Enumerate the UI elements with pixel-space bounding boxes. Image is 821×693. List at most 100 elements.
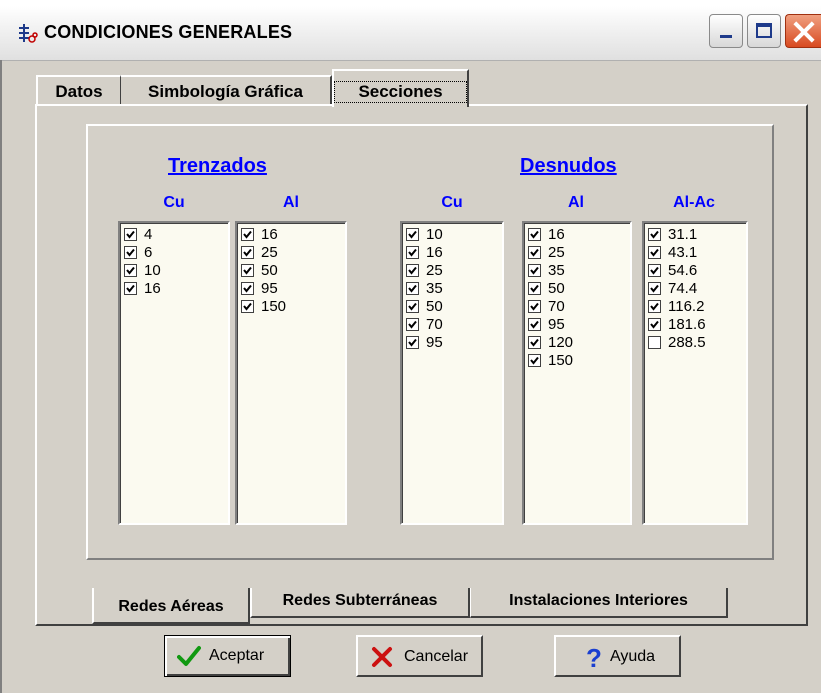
desnudos-alac-list[interactable]: 31.1 43.1 54.6 74.4 116.2 181.6 288.5 [642, 221, 748, 525]
checkbox-checked[interactable] [648, 282, 661, 295]
section-option-label: 54.6 [668, 262, 698, 279]
app-symbol-icon [19, 24, 38, 43]
section-option-label: 16 [426, 244, 443, 261]
checkmark-icon [243, 266, 252, 275]
section-option-label: 6 [144, 244, 153, 261]
title-bar[interactable]: CONDICIONES GENERALES [0, 0, 821, 61]
desnudos-cu-heading: Cu [441, 194, 463, 211]
checkmark-icon [126, 230, 135, 239]
checkmark-icon [243, 302, 252, 311]
window-title: CONDICIONES GENERALES [44, 22, 293, 42]
checkbox-checked[interactable] [124, 264, 137, 277]
subtab-redes-aereas[interactable]: Redes Aéreas [92, 588, 250, 624]
checkbox-checked[interactable] [406, 264, 419, 277]
checkbox-checked[interactable] [124, 228, 137, 241]
trenzados-al-list[interactable]: 16 25 50 95 150 [235, 221, 347, 525]
checkbox-checked[interactable] [648, 318, 661, 331]
cancel-button[interactable]: Cancelar [356, 635, 483, 677]
section-option-label: 35 [548, 262, 565, 279]
subtab-redes-subterraneas[interactable]: Redes Subterráneas [250, 588, 470, 618]
tab-simbologia-grafica[interactable]: Simbología Gráfica [121, 75, 332, 105]
section-option-label: 25 [261, 244, 278, 261]
section-option-label: 50 [548, 280, 565, 297]
subtab-redes-subterraneas-label: Redes Subterráneas [282, 592, 438, 609]
checkbox-checked[interactable] [648, 300, 661, 313]
checkmark-icon [408, 320, 417, 329]
checkmark-icon [408, 302, 417, 311]
dialog-window: CONDICIONES GENERALES Datos Simbología G… [0, 0, 821, 693]
tab-datos-label: Datos [55, 82, 103, 101]
checkbox-checked[interactable] [648, 246, 661, 259]
minimize-button[interactable] [709, 14, 743, 48]
section-option-label: 25 [426, 262, 443, 279]
tab-simbologia-label: Simbología Gráfica [148, 82, 303, 101]
checkbox-checked[interactable] [528, 336, 541, 349]
checkmark-icon [530, 284, 539, 293]
checkbox-checked[interactable] [406, 318, 419, 331]
section-option-label: 116.2 [668, 298, 705, 315]
desnudos-heading: Desnudos [520, 155, 617, 177]
checkbox-checked[interactable] [241, 282, 254, 295]
checkmark-icon [408, 338, 417, 347]
checkbox-checked[interactable] [406, 246, 419, 259]
checkmark-icon [408, 284, 417, 293]
checkmark-icon [530, 302, 539, 311]
trenzados-heading: Trenzados [168, 155, 267, 177]
checkmark-icon [243, 230, 252, 239]
checkbox-checked[interactable] [648, 264, 661, 277]
checkbox-checked[interactable] [528, 354, 541, 367]
desnudos-al-list[interactable]: 16 25 35 50 70 95 120 150 [522, 221, 632, 525]
checkbox-checked[interactable] [124, 282, 137, 295]
checkmark-icon [650, 230, 659, 239]
maximize-button[interactable] [747, 14, 781, 48]
section-option-label: 16 [144, 280, 161, 297]
checkbox-checked[interactable] [528, 246, 541, 259]
checkmark-icon [177, 646, 201, 666]
section-option-label: 43.1 [668, 244, 698, 261]
checkbox-checked[interactable] [528, 228, 541, 241]
desnudos-al-heading: Al [568, 194, 584, 211]
help-button[interactable]: ? Ayuda [554, 635, 681, 677]
checkmark-icon [126, 266, 135, 275]
section-option-label: 10 [144, 262, 161, 279]
checkbox-checked[interactable] [406, 300, 419, 313]
checkbox-checked[interactable] [406, 336, 419, 349]
checkbox-checked[interactable] [406, 282, 419, 295]
checkbox-checked[interactable] [528, 300, 541, 313]
section-option-label: 50 [426, 298, 443, 315]
desnudos-cu-list[interactable]: 10 16 25 35 50 70 95 [400, 221, 504, 525]
section-option-label: 95 [426, 334, 443, 351]
checkbox-checked[interactable] [648, 228, 661, 241]
checkbox-checked[interactable] [241, 300, 254, 313]
section-option-label: 150 [548, 352, 574, 369]
section-option-label: 95 [261, 280, 278, 297]
accept-button[interactable]: Aceptar [164, 635, 291, 677]
checkbox-checked[interactable] [528, 264, 541, 277]
checkbox-checked[interactable] [241, 264, 254, 277]
trenzados-al-heading: Al [283, 194, 299, 211]
checkbox-checked[interactable] [406, 228, 419, 241]
tab-secciones-label: Secciones [334, 81, 467, 103]
tab-secciones[interactable]: Secciones [332, 69, 469, 107]
checkmark-icon [408, 230, 417, 239]
section-option-label: 150 [261, 298, 287, 315]
checkbox-checked[interactable] [241, 228, 254, 241]
desnudos-alac-heading: Al-Ac [673, 194, 715, 211]
accept-button-label: Aceptar [209, 647, 265, 664]
checkbox-checked[interactable] [528, 318, 541, 331]
x-icon [372, 647, 392, 667]
window-border [0, 60, 2, 693]
tab-datos[interactable]: Datos [36, 75, 121, 105]
checkmark-icon [530, 356, 539, 365]
close-button[interactable] [785, 14, 821, 48]
trenzados-cu-list[interactable]: 4 6 10 16 [118, 221, 230, 525]
section-option-label: 70 [426, 316, 443, 333]
checkmark-icon [650, 284, 659, 293]
checkbox-checked[interactable] [124, 246, 137, 259]
checkbox-checked[interactable] [528, 282, 541, 295]
subtab-instalaciones-interiores[interactable]: Instalaciones Interiores [470, 588, 728, 618]
checkmark-icon [408, 266, 417, 275]
checkbox-unchecked[interactable] [648, 336, 661, 349]
section-option-label: 16 [548, 226, 565, 243]
checkbox-checked[interactable] [241, 246, 254, 259]
